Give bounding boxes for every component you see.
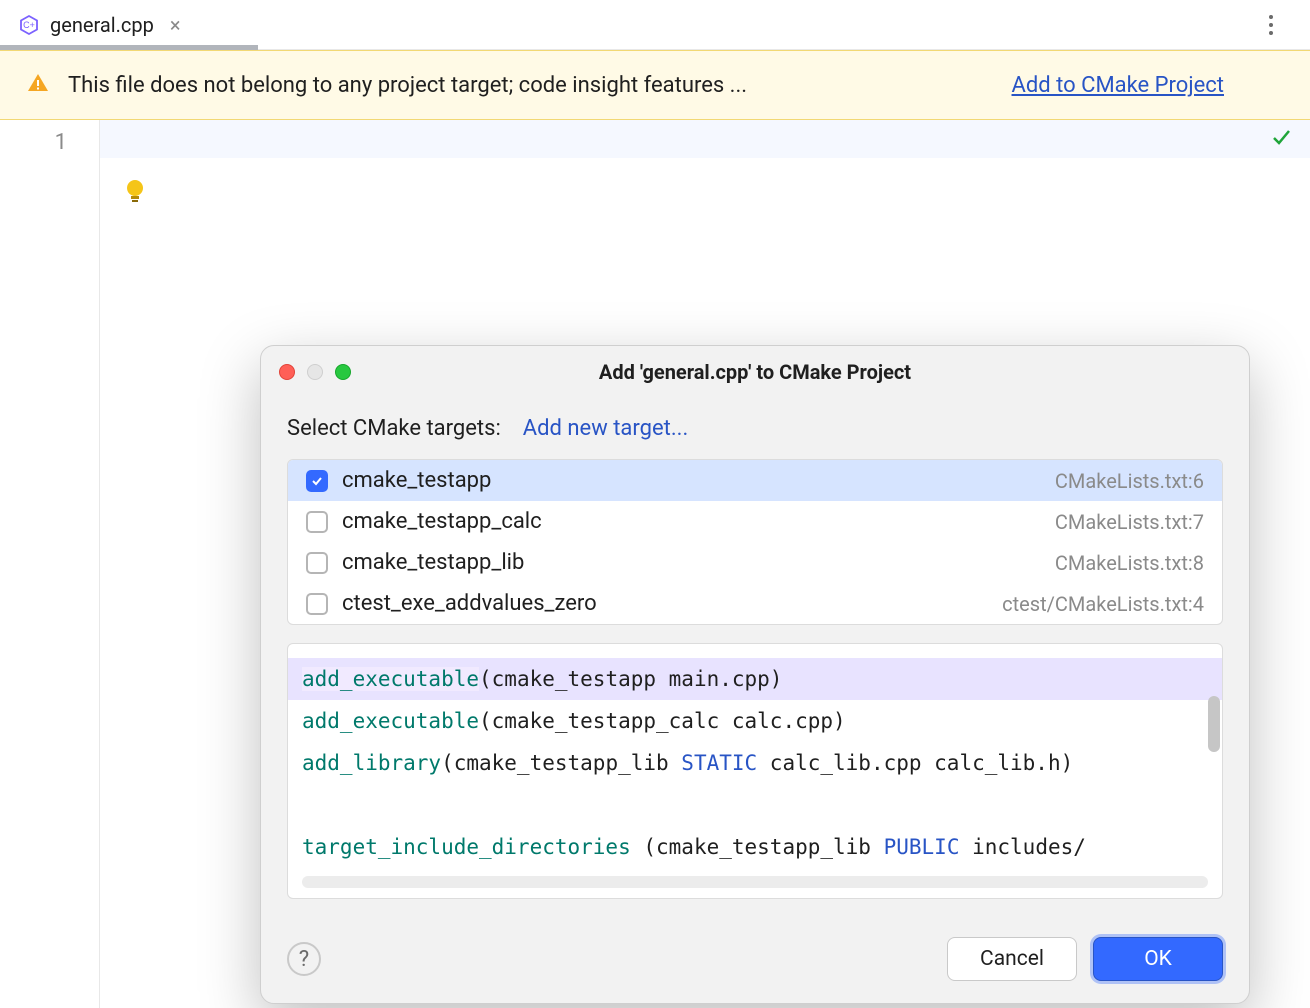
help-button[interactable]: ? <box>287 942 321 976</box>
tab-label: general.cpp <box>50 13 154 37</box>
line-number: 1 <box>0 126 99 160</box>
target-path: CMakeLists.txt:7 <box>1055 510 1204 534</box>
code-line: add_executable(cmake_testapp_calc calc.c… <box>288 700 1222 742</box>
target-item[interactable]: cmake_testapp_calc CMakeLists.txt:7 <box>288 501 1222 542</box>
target-name: cmake_testapp_calc <box>342 509 542 534</box>
tab-active-indicator <box>0 45 258 50</box>
banner-text: This file does not belong to any project… <box>68 73 994 98</box>
editor-body[interactable]: Add 'general.cpp' to CMake Project Selec… <box>100 120 1310 1008</box>
cpp-file-icon: C+ <box>18 14 40 36</box>
add-to-cmake-link[interactable]: Add to CMake Project <box>1012 73 1224 98</box>
close-window-icon[interactable] <box>279 364 295 380</box>
ok-button[interactable]: OK <box>1093 937 1223 981</box>
checkbox[interactable] <box>306 552 328 574</box>
zoom-window-icon[interactable] <box>335 364 351 380</box>
target-path: CMakeLists.txt:8 <box>1055 551 1204 575</box>
target-item[interactable]: cmake_testapp CMakeLists.txt:6 <box>288 460 1222 501</box>
scrollbar-vertical[interactable] <box>1208 696 1220 752</box>
select-targets-label: Select CMake targets: <box>287 416 501 441</box>
target-path: CMakeLists.txt:6 <box>1055 469 1204 493</box>
check-icon[interactable] <box>1270 126 1292 152</box>
cancel-button[interactable]: Cancel <box>947 937 1077 981</box>
minimize-window-icon[interactable] <box>307 364 323 380</box>
target-item[interactable]: cmake_testapp_lib CMakeLists.txt:8 <box>288 542 1222 583</box>
tab-bar: C+ general.cpp × <box>0 0 1310 50</box>
dialog-title: Add 'general.cpp' to CMake Project <box>279 360 1231 384</box>
kebab-menu-icon[interactable] <box>1260 14 1282 36</box>
window-controls <box>279 364 351 380</box>
scrollbar-horizontal[interactable] <box>302 876 1208 888</box>
target-path: ctest/CMakeLists.txt:4 <box>1002 592 1204 616</box>
add-new-target-link[interactable]: Add new target... <box>523 416 688 441</box>
target-name: cmake_testapp <box>342 468 491 493</box>
target-item[interactable]: ctest_exe_addvalues_zero ctest/CMakeList… <box>288 583 1222 624</box>
target-list: cmake_testapp CMakeLists.txt:6 cmake_tes… <box>287 459 1223 625</box>
warning-banner: This file does not belong to any project… <box>0 50 1310 120</box>
file-tab[interactable]: C+ general.cpp × <box>0 0 199 49</box>
svg-text:C+: C+ <box>23 20 35 30</box>
checkbox[interactable] <box>306 593 328 615</box>
target-name: cmake_testapp_lib <box>342 550 524 575</box>
lightbulb-icon[interactable] <box>124 178 146 208</box>
close-icon[interactable]: × <box>170 13 181 37</box>
editor: 1 Add 'general.cpp' to CMake <box>0 120 1310 1008</box>
code-line <box>288 784 1222 826</box>
code-line: add_executable(cmake_testapp main.cpp) <box>288 658 1222 700</box>
current-line-highlight <box>100 120 1310 158</box>
gutter: 1 <box>0 120 100 1008</box>
code-line: target_include_directories (cmake_testap… <box>288 826 1222 868</box>
checkbox[interactable] <box>306 470 328 492</box>
cmake-preview: add_executable(cmake_testapp main.cpp) a… <box>287 643 1223 899</box>
code-line: add_library(cmake_testapp_lib STATIC cal… <box>288 742 1222 784</box>
target-name: ctest_exe_addvalues_zero <box>342 591 597 616</box>
add-to-cmake-dialog: Add 'general.cpp' to CMake Project Selec… <box>260 345 1250 1004</box>
warning-icon <box>26 71 50 99</box>
checkbox[interactable] <box>306 511 328 533</box>
dialog-titlebar[interactable]: Add 'general.cpp' to CMake Project <box>261 346 1249 398</box>
